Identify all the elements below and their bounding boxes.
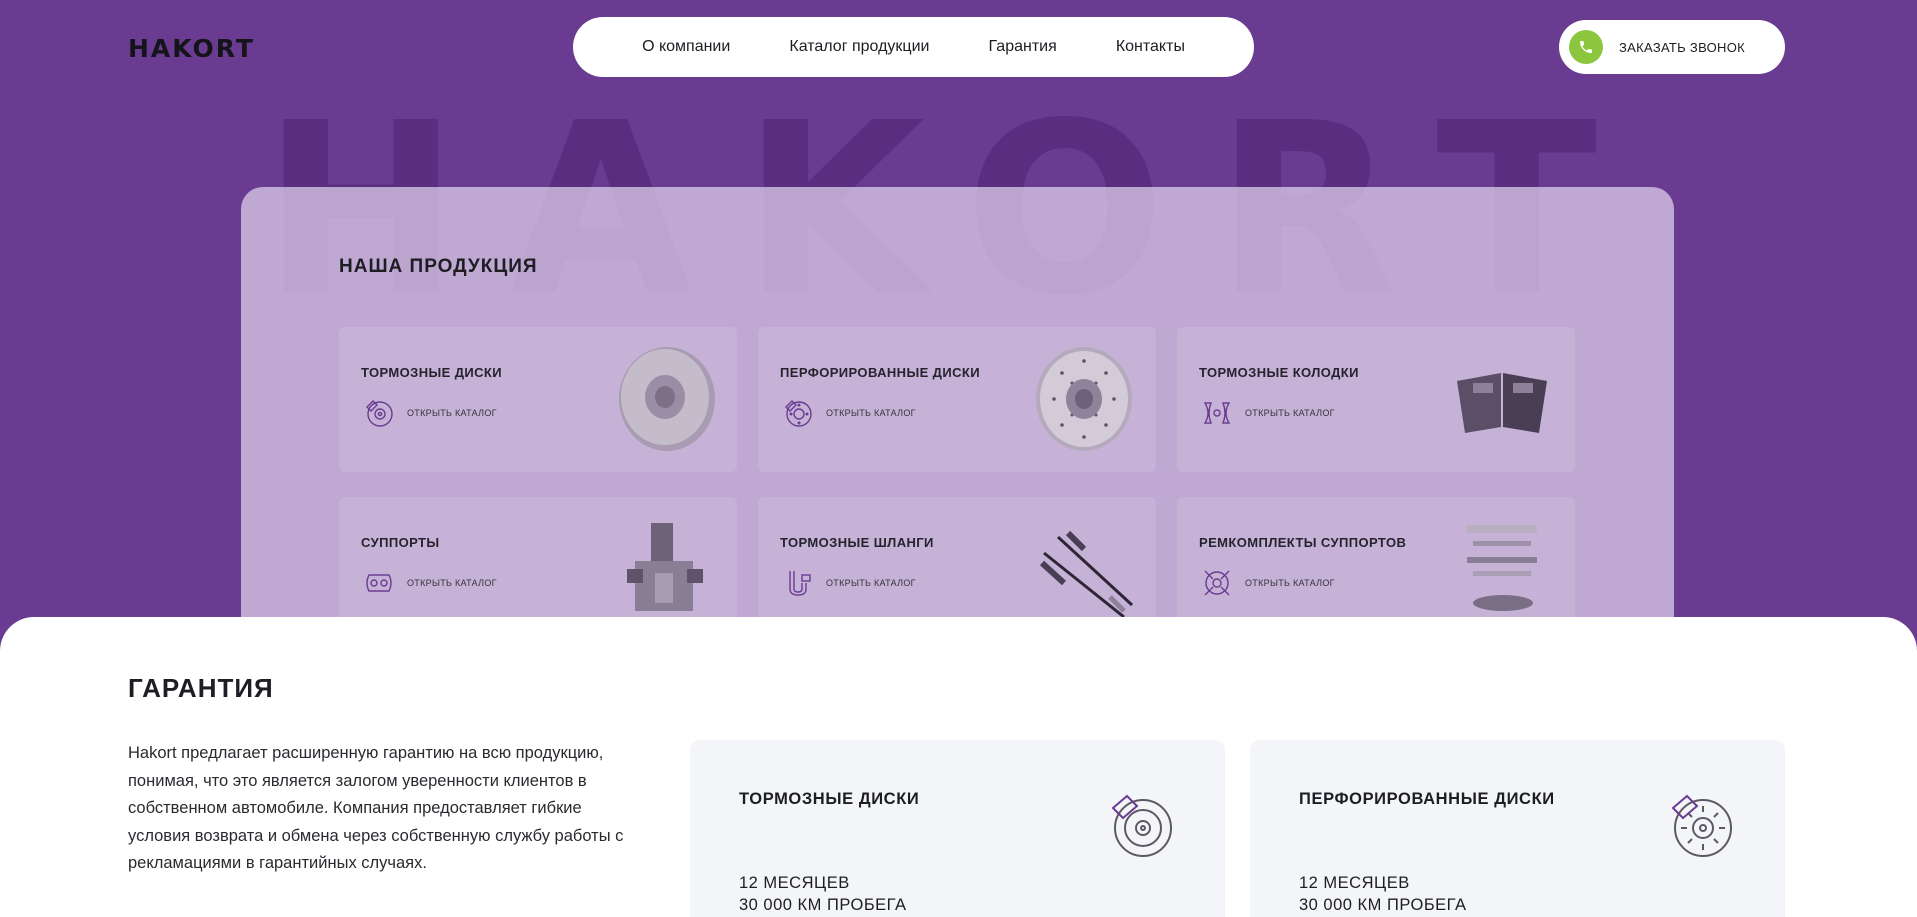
brake-pads-image: [1457, 373, 1547, 433]
open-catalog-label: ОТКРЫТЬ КАТАЛОГ: [826, 408, 916, 418]
logo[interactable]: HAKORT: [128, 34, 255, 63]
nav-item-contacts[interactable]: Контакты: [1116, 38, 1185, 56]
product-card-title: ТОРМОЗНЫЕ ДИСКИ: [361, 365, 502, 380]
brake-hose-icon: [789, 571, 811, 596]
caliper-image: [627, 523, 703, 611]
warranty-months: 12 МЕСЯЦЕВ: [739, 874, 850, 892]
open-catalog-label: ОТКРЫТЬ КАТАЛОГ: [1245, 578, 1335, 588]
repair-kit-icon: [1204, 570, 1230, 596]
brake-pads-icon: [1203, 402, 1231, 424]
perforated-disc-image: [1036, 347, 1132, 451]
warranty-title: ГАРАНТИЯ: [128, 673, 274, 703]
warranty-mileage: 30 000 КМ ПРОБЕГА: [1299, 896, 1467, 914]
product-card-perforated-discs[interactable]: ПЕРФОРИРОВАННЫЕ ДИСКИ ОТКРЫТЬ КАТАЛОГ: [758, 327, 1156, 472]
perforated-disc-icon: [785, 400, 812, 427]
product-card-title: ТОРМОЗНЫЕ КОЛОДКИ: [1199, 365, 1359, 380]
request-call-button[interactable]: ЗАКАЗАТЬ ЗВОНОК: [1559, 20, 1785, 74]
warranty-card-title: ПЕРФОРИРОВАННЫЕ ДИСКИ: [1299, 790, 1555, 808]
open-catalog-link[interactable]: ОТКРЫТЬ КАТАЛОГ: [1199, 395, 1335, 431]
perforated-disc-icon: [1671, 794, 1732, 857]
open-catalog-link[interactable]: ОТКРЫТЬ КАТАЛОГ: [780, 395, 916, 431]
nav-item-about[interactable]: О компании: [642, 38, 730, 56]
open-catalog-label: ОТКРЫТЬ КАТАЛОГ: [407, 578, 497, 588]
products-panel: НАША ПРОДУКЦИЯ ТОРМОЗНЫЕ ДИСКИ ОТКРЫТЬ К…: [241, 187, 1674, 617]
product-card-calipers[interactable]: СУППОРТЫ ОТКРЫТЬ КАТАЛОГ: [339, 497, 737, 617]
product-card-title: СУППОРТЫ: [361, 535, 440, 550]
product-card-caliper-repair-kits[interactable]: РЕМКОМПЛЕКТЫ СУППОРТОВ ОТКРЫТЬ КАТАЛОГ: [1177, 497, 1575, 617]
warranty-section: ГАРАНТИЯ Hakort предлагает расширенную г…: [0, 617, 1917, 917]
brake-disc-icon: [1111, 794, 1172, 857]
warranty-card-brake-discs: ТОРМОЗНЫЕ ДИСКИ 12 МЕСЯЦЕВ 30 000 КМ ПРО…: [690, 740, 1225, 917]
open-catalog-link[interactable]: ОТКРЫТЬ КАТАЛОГ: [1199, 565, 1335, 601]
request-call-label: ЗАКАЗАТЬ ЗВОНОК: [1619, 39, 1745, 55]
product-card-title: ПЕРФОРИРОВАННЫЕ ДИСКИ: [780, 365, 980, 380]
warranty-card-perforated-discs: ПЕРФОРИРОВАННЫЕ ДИСКИ 12 МЕСЯЦЕВ 30 000 …: [1250, 740, 1785, 917]
caliper-icon: [366, 574, 392, 592]
brake-hose-image: [1039, 530, 1134, 617]
open-catalog-link[interactable]: ОТКРЫТЬ КАТАЛОГ: [361, 565, 497, 601]
product-card-brake-pads[interactable]: ТОРМОЗНЫЕ КОЛОДКИ ОТКРЫТЬ КАТАЛОГ: [1177, 327, 1575, 472]
product-card-brake-discs[interactable]: ТОРМОЗНЫЕ ДИСКИ ОТКРЫТЬ КАТАЛОГ: [339, 327, 737, 472]
warranty-card-value: 12 МЕСЯЦЕВ 30 000 КМ ПРОБЕГА: [739, 872, 907, 916]
warranty-card-title: ТОРМОЗНЫЕ ДИСКИ: [739, 790, 920, 808]
products-title: НАША ПРОДУКЦИЯ: [339, 256, 538, 277]
phone-icon: [1569, 30, 1603, 64]
warranty-description: Hakort предлагает расширенную гарантию н…: [128, 744, 624, 872]
open-catalog-link[interactable]: ОТКРЫТЬ КАТАЛОГ: [361, 395, 497, 431]
open-catalog-label: ОТКРЫТЬ КАТАЛОГ: [826, 578, 916, 588]
warranty-mileage: 30 000 КМ ПРОБЕГА: [739, 896, 907, 914]
nav-item-catalog[interactable]: Каталог продукции: [789, 38, 929, 56]
open-catalog-label: ОТКРЫТЬ КАТАЛОГ: [407, 408, 497, 418]
open-catalog-label: ОТКРЫТЬ КАТАЛОГ: [1245, 408, 1335, 418]
brake-disc-image: [619, 347, 715, 451]
repair-kit-image: [1467, 525, 1537, 611]
open-catalog-link[interactable]: ОТКРЫТЬ КАТАЛОГ: [780, 565, 916, 601]
brake-disc-icon: [366, 400, 393, 427]
product-card-brake-hoses[interactable]: ТОРМОЗНЫЕ ШЛАНГИ ОТКРЫТЬ КАТАЛОГ: [758, 497, 1156, 617]
nav-item-warranty[interactable]: Гарантия: [989, 38, 1057, 56]
warranty-card-value: 12 МЕСЯЦЕВ 30 000 КМ ПРОБЕГА: [1299, 872, 1467, 916]
product-card-title: ТОРМОЗНЫЕ ШЛАНГИ: [780, 535, 934, 550]
warranty-months: 12 МЕСЯЦЕВ: [1299, 874, 1410, 892]
main-nav: О компании Каталог продукции Гарантия Ко…: [573, 17, 1254, 77]
product-card-title: РЕМКОМПЛЕКТЫ СУППОРТОВ: [1199, 535, 1407, 550]
